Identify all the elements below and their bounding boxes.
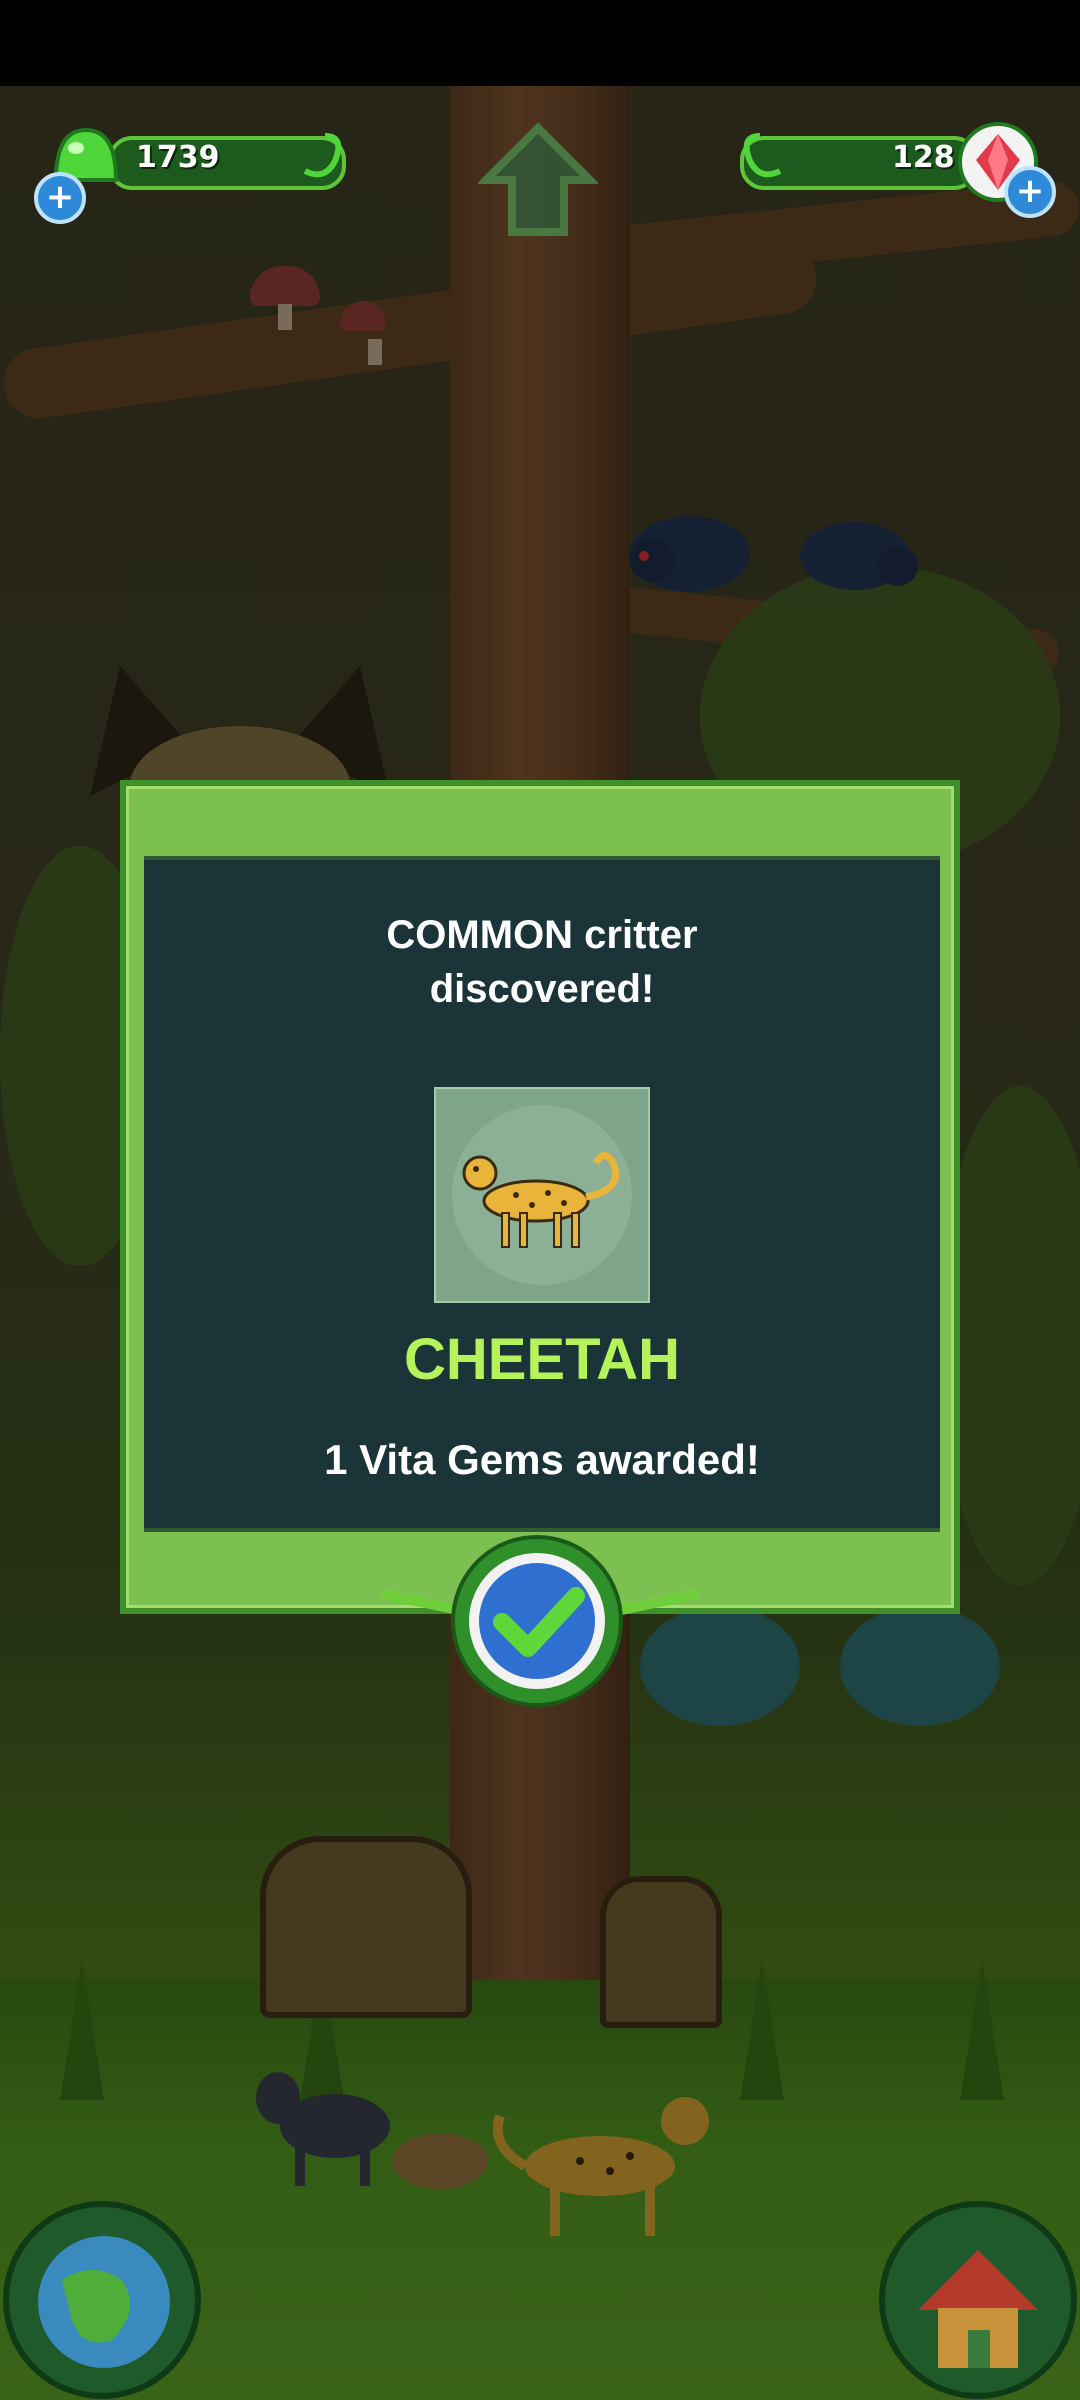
add-gem-currency-button[interactable]: + — [1004, 166, 1056, 218]
cheetah-icon — [452, 1105, 632, 1285]
dialog-title: COMMON critter discovered! — [144, 908, 940, 1016]
critter-name: CHEETAH — [403, 1327, 681, 1392]
status-bar — [0, 0, 1080, 86]
dialog-title-line2: discovered! — [429, 967, 655, 1011]
dialog-title-line1: COMMON critter — [386, 913, 698, 957]
green-currency-value: 1739 — [136, 140, 220, 175]
gem-currency-value: 128 — [892, 140, 955, 175]
up-arrow-icon[interactable] — [478, 120, 598, 240]
vine-curl-icon — [303, 133, 342, 178]
vine-curl-icon — [743, 133, 782, 178]
critter-portrait — [434, 1087, 650, 1303]
world-map-button[interactable] — [2, 2200, 202, 2400]
award-text: 1 Vita Gems awarded! — [324, 1436, 760, 1483]
confirm-button[interactable] — [450, 1534, 624, 1708]
home-button[interactable] — [878, 2200, 1078, 2400]
add-green-currency-button[interactable]: + — [34, 172, 86, 224]
